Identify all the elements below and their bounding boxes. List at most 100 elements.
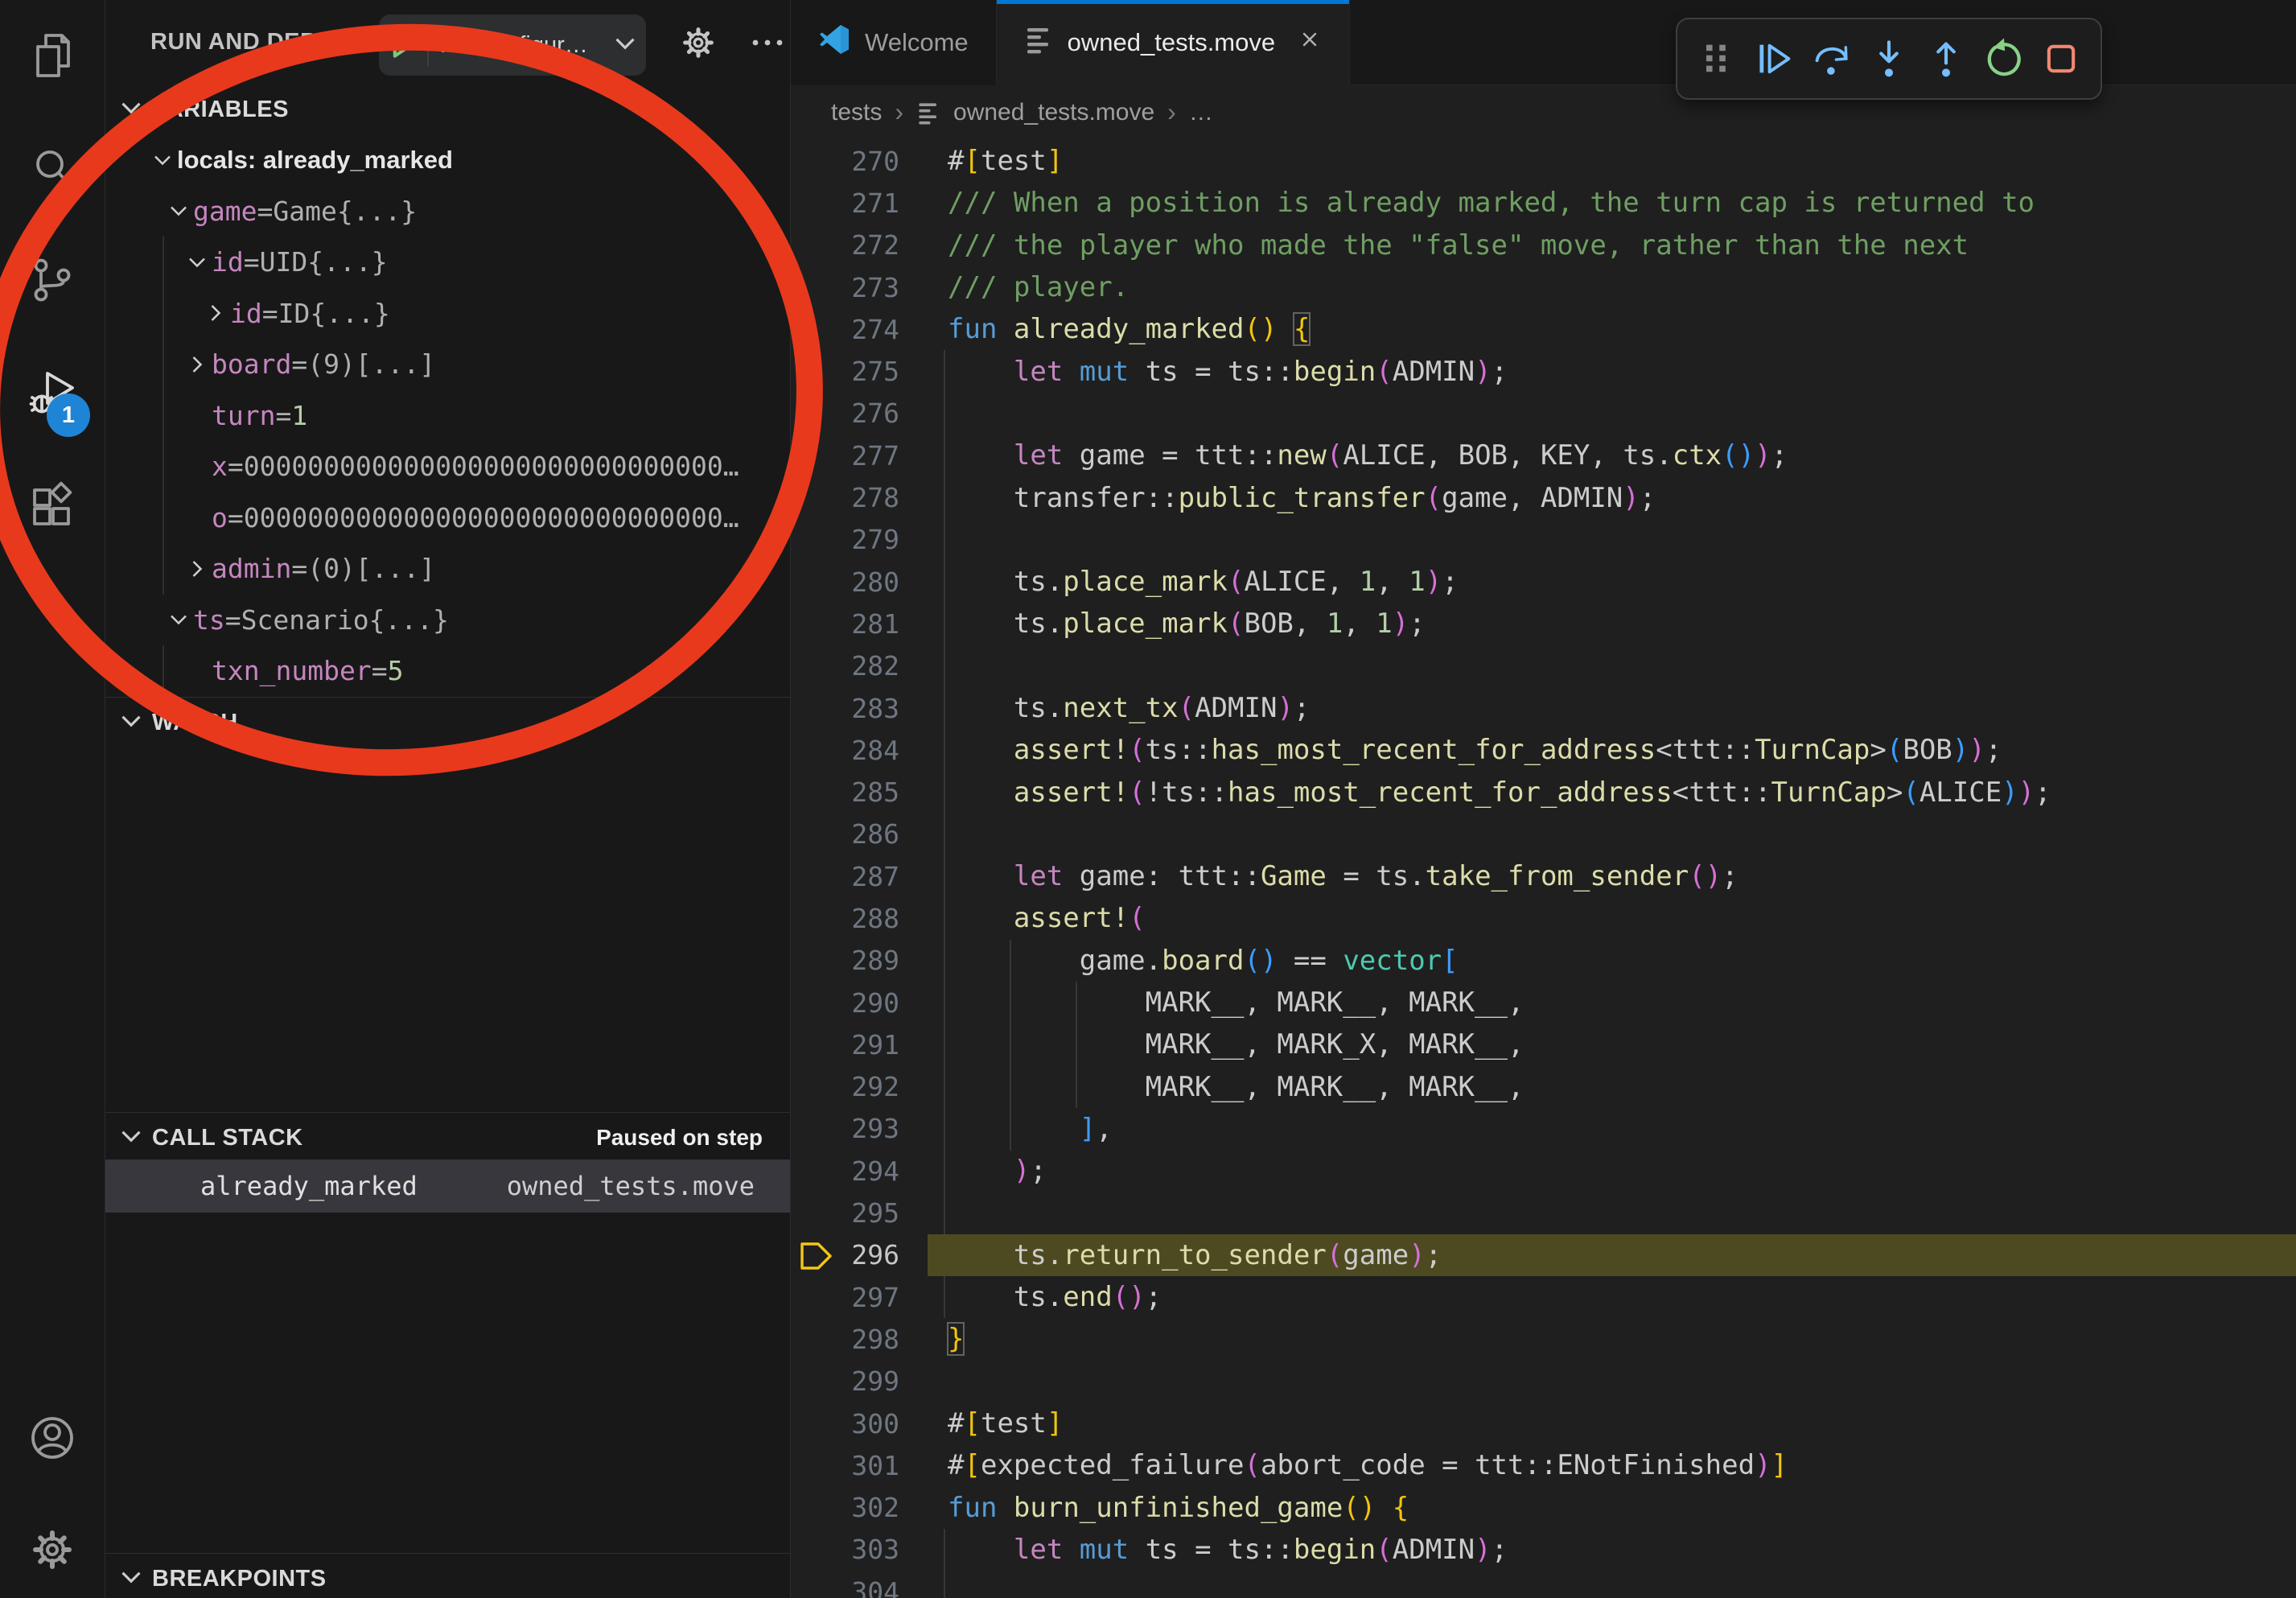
step-out-button[interactable]: [1923, 35, 1969, 82]
line-number[interactable]: 304: [791, 1576, 899, 1598]
step-over-button[interactable]: [1808, 35, 1855, 82]
code-line[interactable]: 271/// When a position is already marked…: [791, 182, 2296, 224]
code-line[interactable]: 291 MARK__, MARK_X, MARK__,: [791, 1023, 2296, 1065]
start-debug-icon[interactable]: [379, 30, 427, 60]
code-line[interactable]: 298}: [791, 1318, 2296, 1360]
code-line[interactable]: 300#[test]: [791, 1402, 2296, 1444]
line-number[interactable]: 290: [791, 987, 899, 1019]
call-stack-frame[interactable]: already_markedowned_tests.move: [105, 1159, 790, 1213]
code-line[interactable]: 299: [791, 1361, 2296, 1402]
code-line[interactable]: 289 game.board() == vector[: [791, 940, 2296, 982]
line-number[interactable]: 294: [791, 1155, 899, 1187]
line-number[interactable]: 297: [791, 1282, 899, 1313]
line-number[interactable]: 274: [791, 314, 899, 345]
code-editor[interactable]: 270#[test]271/// When a position is alre…: [791, 139, 2296, 1598]
code-line[interactable]: 274fun already_marked() {: [791, 308, 2296, 350]
breakpoints-section-header[interactable]: BREAKPOINTS: [105, 1554, 790, 1598]
code-line[interactable]: 281 ts.place_mark(BOB, 1, 1);: [791, 603, 2296, 645]
code-line[interactable]: 276: [791, 393, 2296, 435]
code-line[interactable]: 279: [791, 519, 2296, 561]
line-number[interactable]: 271: [791, 187, 899, 219]
code-line[interactable]: 294 );: [791, 1150, 2296, 1192]
line-number[interactable]: 287: [791, 861, 899, 892]
continue-button[interactable]: [1751, 35, 1797, 82]
code-line[interactable]: 297 ts.end();: [791, 1276, 2296, 1318]
step-into-button[interactable]: [1866, 35, 1912, 82]
code-line[interactable]: 282: [791, 645, 2296, 687]
code-line[interactable]: 285 assert!(!ts::has_most_recent_for_add…: [791, 771, 2296, 813]
variables-section-header[interactable]: VARIABLES: [105, 84, 790, 134]
line-number[interactable]: 292: [791, 1071, 899, 1102]
explorer-icon[interactable]: [27, 31, 78, 82]
code-line[interactable]: 295: [791, 1192, 2296, 1234]
variable-row[interactable]: board = (9)[...]: [105, 339, 790, 390]
line-number[interactable]: 276: [791, 397, 899, 429]
stop-button[interactable]: [2038, 35, 2084, 82]
code-line[interactable]: 301#[expected_failure(abort_code = ttt::…: [791, 1444, 2296, 1486]
line-number[interactable]: 273: [791, 272, 899, 303]
line-number[interactable]: 284: [791, 735, 899, 766]
line-number[interactable]: 280: [791, 566, 899, 598]
variable-row[interactable]: o = 000000000000000000000000000000…: [105, 492, 790, 544]
line-number[interactable]: 277: [791, 440, 899, 472]
source-control-icon[interactable]: [27, 254, 78, 306]
variable-row[interactable]: id = ID{...}: [105, 288, 790, 340]
line-number[interactable]: 282: [791, 650, 899, 682]
code-line[interactable]: 286: [791, 813, 2296, 855]
code-line[interactable]: 284 assert!(ts::has_most_recent_for_addr…: [791, 729, 2296, 771]
settings-gear-icon[interactable]: [27, 1524, 78, 1575]
variable-row[interactable]: x = 000000000000000000000000000000…: [105, 441, 790, 492]
line-number[interactable]: 298: [791, 1324, 899, 1355]
breadcrumb-item[interactable]: owned_tests.move: [953, 99, 1154, 126]
breadcrumb-item[interactable]: …: [1189, 99, 1213, 126]
code-line[interactable]: 293 ],: [791, 1108, 2296, 1150]
line-number[interactable]: 303: [791, 1534, 899, 1565]
code-line[interactable]: 288 assert!(: [791, 897, 2296, 939]
line-number[interactable]: 301: [791, 1450, 899, 1481]
variable-row[interactable]: game = Game{...}: [105, 186, 790, 237]
drag-handle[interactable]: [1693, 35, 1740, 82]
code-line[interactable]: 273/// player.: [791, 266, 2296, 308]
tab-owned-tests-move[interactable]: owned_tests.move: [997, 0, 1350, 85]
line-number[interactable]: 272: [791, 229, 899, 261]
line-number[interactable]: 270: [791, 146, 899, 177]
code-line[interactable]: 272/// the player who made the "false" m…: [791, 224, 2296, 266]
line-number[interactable]: 283: [791, 693, 899, 724]
search-icon[interactable]: [27, 143, 78, 195]
line-number[interactable]: 295: [791, 1197, 899, 1229]
variable-row[interactable]: ts = Scenario{...}: [105, 595, 790, 646]
line-number[interactable]: 289: [791, 945, 899, 976]
code-line[interactable]: 303 let mut ts = ts::begin(ADMIN);: [791, 1529, 2296, 1571]
code-line[interactable]: 292 MARK__, MARK__, MARK__,: [791, 1066, 2296, 1108]
code-line[interactable]: 270#[test]: [791, 140, 2296, 182]
line-number[interactable]: 275: [791, 356, 899, 387]
line-number[interactable]: 299: [791, 1365, 899, 1397]
code-line[interactable]: 302fun burn_unfinished_game() {: [791, 1487, 2296, 1529]
accounts-icon[interactable]: [27, 1412, 78, 1464]
line-number[interactable]: 278: [791, 482, 899, 513]
line-number[interactable]: 281: [791, 608, 899, 640]
scope-row[interactable]: locals: already_marked: [105, 134, 790, 186]
code-line[interactable]: 296 ts.return_to_sender(game);: [791, 1234, 2296, 1276]
line-number[interactable]: 293: [791, 1113, 899, 1144]
code-line[interactable]: 290 MARK__, MARK__, MARK__,: [791, 982, 2296, 1023]
variable-row[interactable]: txn_number = 5: [105, 645, 790, 697]
line-number[interactable]: 300: [791, 1408, 899, 1439]
watch-section-header[interactable]: WATCH: [105, 698, 790, 748]
variable-row[interactable]: admin = (0)[...]: [105, 543, 790, 595]
code-line[interactable]: 280 ts.place_mark(ALICE, 1, 1);: [791, 561, 2296, 603]
call-stack-section-header[interactable]: CALL STACK Paused on step: [105, 1113, 790, 1163]
configure-gear-icon[interactable]: [678, 23, 718, 63]
line-number[interactable]: 285: [791, 776, 899, 808]
code-line[interactable]: 278 transfer::public_transfer(game, ADMI…: [791, 476, 2296, 518]
line-number[interactable]: 288: [791, 903, 899, 934]
variable-row[interactable]: id = UID{...}: [105, 237, 790, 288]
line-number[interactable]: 302: [791, 1492, 899, 1523]
more-actions-icon[interactable]: [749, 32, 786, 53]
restart-button[interactable]: [1981, 35, 2027, 82]
variable-row[interactable]: turn = 1: [105, 390, 790, 442]
code-line[interactable]: 287 let game: ttt::Game = ts.take_from_s…: [791, 855, 2296, 897]
line-number[interactable]: 291: [791, 1029, 899, 1061]
breadcrumb-item[interactable]: tests: [831, 99, 882, 126]
code-line[interactable]: 275 let mut ts = ts::begin(ADMIN);: [791, 350, 2296, 392]
